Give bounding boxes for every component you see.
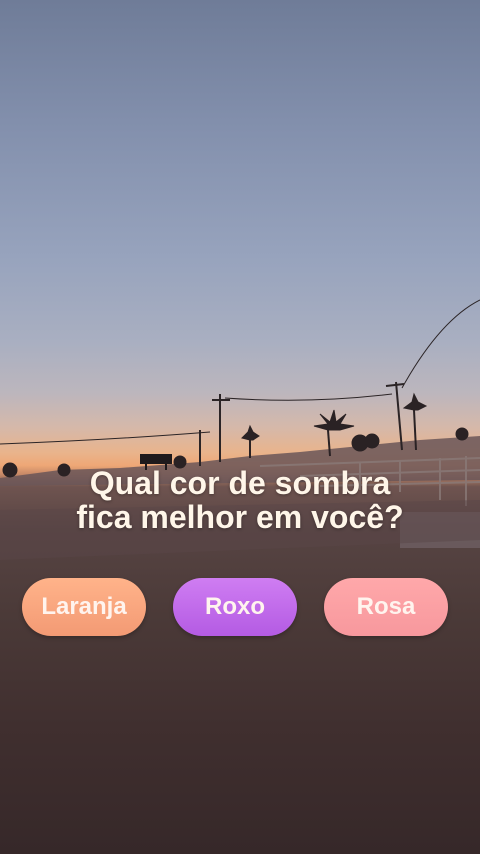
- video-frame: Qual cor de sombra fica melhor em você? …: [0, 0, 480, 854]
- power-lines: [0, 299, 480, 466]
- option-roxo-button[interactable]: Roxo: [173, 578, 297, 636]
- background-scene: [0, 299, 480, 560]
- option-laranja-button[interactable]: Laranja: [22, 578, 146, 636]
- question-line-2: fica melhor em você?: [76, 499, 404, 535]
- option-rosa-button[interactable]: Rosa: [324, 578, 448, 636]
- question-line-1: Qual cor de sombra: [89, 465, 391, 501]
- question-text: Qual cor de sombra fica melhor em você?: [0, 466, 480, 534]
